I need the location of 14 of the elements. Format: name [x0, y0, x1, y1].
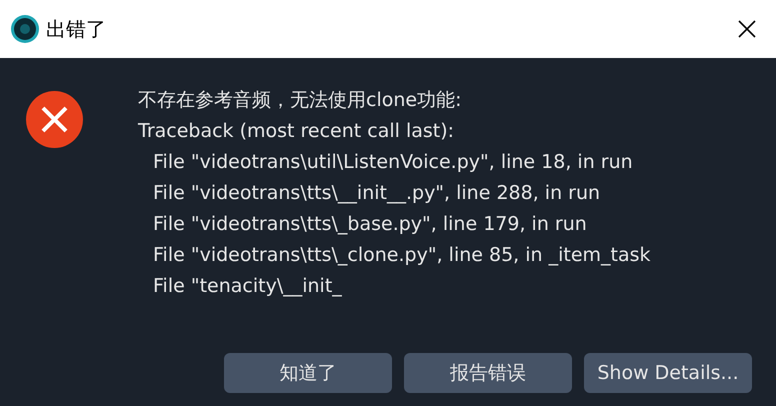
close-icon — [737, 19, 757, 39]
dialog-button[interactable]: Show Details... — [584, 353, 752, 393]
message-line: 不存在参考音频，无法使用clone功能: — [138, 88, 462, 113]
window-title: 出错了 — [46, 16, 106, 43]
message-line: File "videotrans\tts\_clone.py", line 85, in _item_task — [152, 243, 651, 268]
dialog-button[interactable]: 知道了 — [224, 353, 392, 393]
app-icon — [10, 14, 40, 44]
message-line: Traceback (most recent call last): — [138, 119, 456, 144]
dialog-button[interactable]: 报告错误 — [404, 353, 572, 393]
error-icon — [26, 91, 83, 148]
message-line: File "videotrans\tts\__init__.py", line 288, in run — [152, 181, 602, 206]
message-line: File "videotrans\tts\_base.py", line 179, in run — [152, 212, 588, 237]
message-line: File "videotrans\util\ListenVoice.py", line 18, in run — [152, 150, 634, 175]
message-line: File "tenacity\__init_ — [152, 274, 343, 299]
